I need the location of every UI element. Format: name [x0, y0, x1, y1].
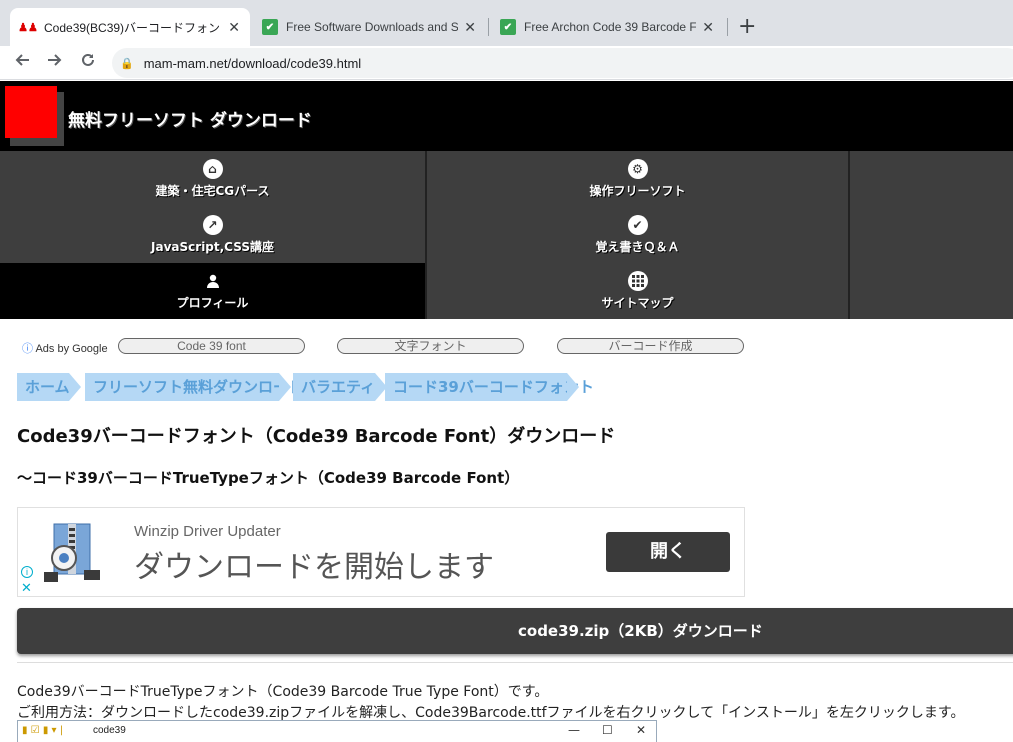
- check-icon: ✔: [627, 215, 648, 235]
- nav-label: サイトマップ: [601, 296, 674, 310]
- nav-label: 覚え書きＱ＆Ａ: [595, 240, 680, 254]
- site-header: 無料フリーソフト ダウンロード: [0, 81, 1013, 151]
- breadcrumb-current[interactable]: コード39バーコードフォント: [385, 373, 594, 401]
- nav-item-software[interactable]: ⚙ 操作フリーソフト: [427, 151, 848, 207]
- description-line-1: Code39バーコードTrueTypeフォント（Code39 Barcode T…: [17, 684, 549, 700]
- close-icon: ✕: [636, 723, 647, 737]
- folder-icon: ▮ ☑ ▮ ▾ |: [22, 725, 64, 736]
- ad-links-row: ⓘ Ads by Google Code 39 font 文字フォント バーコー…: [22, 338, 762, 356]
- close-icon[interactable]: ✕: [464, 19, 476, 36]
- breadcrumb-home[interactable]: ホーム: [17, 373, 81, 401]
- site-title[interactable]: 無料フリーソフト ダウンロード: [68, 106, 312, 131]
- forward-button[interactable]: [43, 51, 67, 75]
- tab-archon-code39[interactable]: ✔ Free Archon Code 39 Barcode Fo ✕: [490, 8, 724, 46]
- close-icon[interactable]: ✕: [228, 19, 240, 36]
- ads-by-label: Ads by Google: [35, 343, 108, 355]
- gear-icon: ⚙: [627, 159, 648, 179]
- nav-column-right: [850, 151, 1013, 319]
- nav-column-left: ⌂ 建築・住宅CGパース ↗ JavaScript,CSS講座 プロフィール: [0, 151, 425, 319]
- ads-by-google[interactable]: ⓘ Ads by Google: [22, 340, 108, 356]
- share-icon: ↗: [202, 215, 223, 235]
- display-ad[interactable]: Winzip Driver Updater ダウンロードを開始します 開く i …: [17, 507, 745, 597]
- new-tab-button[interactable]: +: [738, 14, 756, 39]
- arrow-left-icon: [15, 54, 29, 66]
- nav-item-qa[interactable]: ✔ 覚え書きＱ＆Ａ: [427, 207, 848, 263]
- info-icon: ⓘ: [22, 343, 33, 355]
- nav-column-middle: ⚙ 操作フリーソフト ✔ 覚え書きＱ＆Ａ サイトマップ: [427, 151, 848, 319]
- ad-open-button[interactable]: 開く: [606, 532, 730, 572]
- maximize-icon: ☐: [602, 723, 613, 737]
- minimize-icon: —: [568, 723, 580, 737]
- ad-info-icon[interactable]: i: [21, 566, 33, 578]
- ad-link-barcode-create[interactable]: バーコード作成: [557, 338, 744, 354]
- tab-free-software[interactable]: ✔ Free Software Downloads and Sc ✕: [252, 8, 486, 46]
- tab-code39[interactable]: ♟♟ Code39(BC39)バーコードフォント（Co ✕: [10, 8, 250, 46]
- explorer-window-image: ▮ ☑ ▮ ▾ | code39 — ☐ ✕: [17, 720, 657, 742]
- ad-close-icon[interactable]: ✕: [21, 580, 32, 596]
- page-subtitle: ～コード39バーコードTrueTypeフォント（Code39 Barcode F…: [17, 469, 520, 487]
- breadcrumb-freesoft[interactable]: フリーソフト無料ダウンロード: [85, 373, 303, 401]
- zip-driver-icon: [40, 522, 104, 584]
- nav-label: 建築・住宅CGパース: [155, 184, 270, 198]
- close-icon[interactable]: ✕: [702, 19, 714, 36]
- arrow-right-icon: [48, 54, 62, 66]
- grid-icon: [627, 271, 648, 291]
- tab-title: Code39(BC39)バーコードフォント（Co: [44, 20, 222, 35]
- nav-label: プロフィール: [176, 296, 249, 310]
- reload-button[interactable]: [76, 51, 100, 75]
- ad-link-moji-font[interactable]: 文字フォント: [337, 338, 524, 354]
- site-navigation: ⌂ 建築・住宅CGパース ↗ JavaScript,CSS講座 プロフィール ⚙…: [0, 151, 1013, 319]
- nav-item-javascript[interactable]: ↗ JavaScript,CSS講座: [0, 207, 425, 263]
- back-button[interactable]: [10, 51, 34, 75]
- tab-separator: [727, 18, 728, 36]
- page-title: Code39バーコードフォント（Code39 Barcode Font）ダウンロ…: [17, 426, 616, 447]
- address-bar[interactable]: 🔒 mam-mam.net/download/code39.html: [112, 48, 1013, 78]
- tab-title: Free Software Downloads and Sc: [286, 20, 459, 34]
- url-text: mam-mam.net/download/code39.html: [143, 55, 362, 71]
- browser-tab-bar: ♟♟ Code39(BC39)バーコードフォント（Co ✕ ✔ Free Sof…: [0, 0, 1013, 46]
- tab-separator: [488, 18, 489, 36]
- tab-title: Free Archon Code 39 Barcode Fo: [524, 20, 697, 34]
- download-button[interactable]: code39.zip（2KB）ダウンロード: [17, 608, 1013, 654]
- explorer-title: code39: [93, 725, 126, 736]
- nav-label: 操作フリーソフト: [589, 184, 686, 198]
- ad-headline: ダウンロードを開始します: [134, 550, 494, 585]
- description-line-2: ご利用方法：ダウンロードしたcode39.zipファイルを解凍し、Code39B…: [17, 705, 965, 721]
- breadcrumb-variety[interactable]: バラエティ: [293, 373, 387, 401]
- nav-item-sitemap[interactable]: サイトマップ: [427, 263, 848, 319]
- browser-toolbar: 🔒 mam-mam.net/download/code39.html: [0, 46, 1013, 80]
- red-figures-icon: ♟♟: [18, 21, 38, 34]
- ad-brand: Winzip Driver Updater: [134, 523, 281, 540]
- divider: [17, 662, 1013, 663]
- home-icon: ⌂: [202, 159, 223, 179]
- nav-item-profile[interactable]: プロフィール: [0, 263, 425, 319]
- green-check-icon: ✔: [500, 19, 516, 35]
- lock-icon: 🔒: [120, 57, 134, 70]
- nav-label: JavaScript,CSS講座: [151, 240, 274, 254]
- reload-icon: [82, 53, 94, 66]
- ad-link-code39-font[interactable]: Code 39 font: [118, 338, 305, 354]
- nav-item-architecture[interactable]: ⌂ 建築・住宅CGパース: [0, 151, 425, 207]
- green-check-icon: ✔: [262, 19, 278, 35]
- user-icon: [203, 271, 223, 291]
- site-logo[interactable]: [5, 86, 57, 138]
